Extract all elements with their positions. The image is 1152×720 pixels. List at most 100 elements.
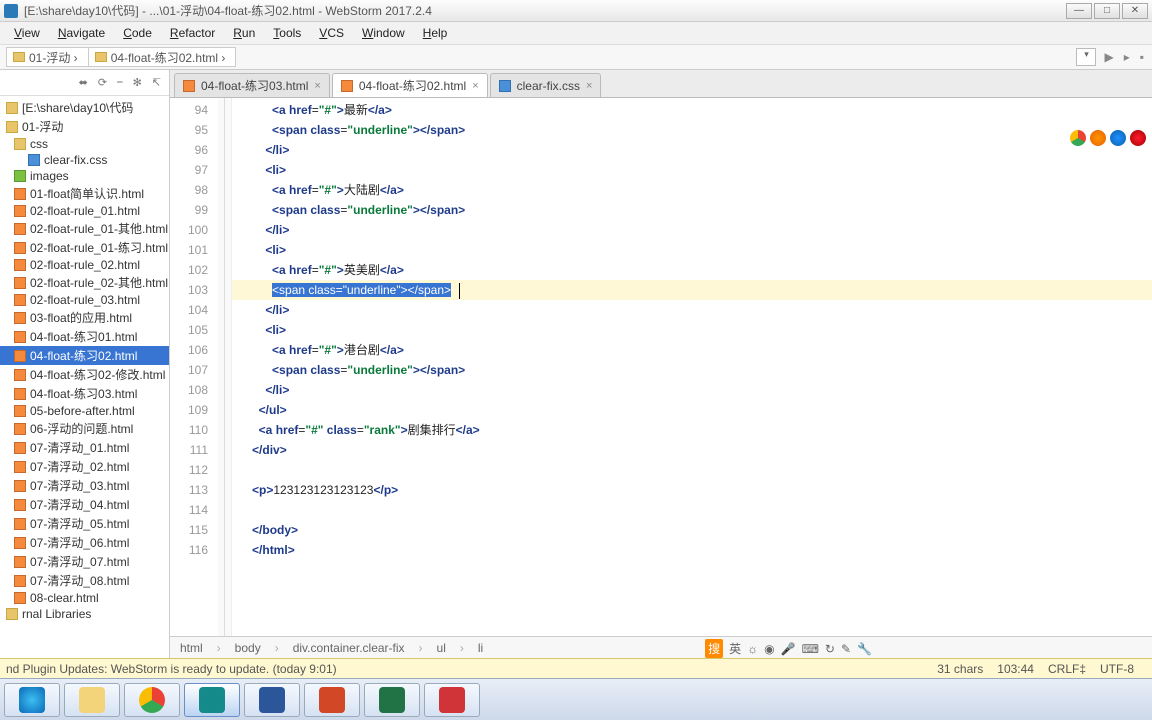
code-line[interactable]: <span class="underline"></span> <box>232 120 1152 140</box>
code-line[interactable] <box>232 500 1152 520</box>
tree-item[interactable]: 02-float-rule_03.html <box>0 292 169 308</box>
menu-refactor[interactable]: Refactor <box>162 24 223 42</box>
code-line[interactable]: <a href="#">港台剧</a> <box>232 340 1152 360</box>
menu-code[interactable]: Code <box>115 24 160 42</box>
code-line[interactable]: <span class="underline"></span> <box>232 200 1152 220</box>
tree-item[interactable]: 03-float的应用.html <box>0 308 169 327</box>
status-line-ending[interactable]: CRLF‡ <box>1048 662 1086 676</box>
tool-icon[interactable]: ⎯ <box>117 76 123 89</box>
safari-icon[interactable] <box>1110 130 1126 146</box>
taskbar-webstorm[interactable] <box>184 683 240 717</box>
tree-item[interactable]: clear-fix.css <box>0 152 169 168</box>
collapse-icon[interactable]: ↸ <box>152 76 161 89</box>
menu-navigate[interactable]: Navigate <box>50 24 113 42</box>
tray-icon[interactable]: 🎤 <box>781 642 796 656</box>
tree-item[interactable]: css <box>0 136 169 152</box>
code-line[interactable]: <a href="#">大陆剧</a> <box>232 180 1152 200</box>
code-line[interactable]: <li> <box>232 160 1152 180</box>
code-line[interactable]: </div> <box>232 440 1152 460</box>
code-line[interactable]: <a href="#" class="rank">剧集排行</a> <box>232 420 1152 440</box>
menu-run[interactable]: Run <box>225 24 263 42</box>
tree-item[interactable]: images <box>0 168 169 184</box>
code-line[interactable]: <span class="underline"></span> <box>232 280 1152 300</box>
stop-icon[interactable]: ▪ <box>1138 50 1146 64</box>
code-line[interactable]: </li> <box>232 220 1152 240</box>
close-icon[interactable]: × <box>314 80 320 92</box>
ime-lang[interactable]: 英 <box>729 640 741 657</box>
tree-item[interactable]: 04-float-练习03.html <box>0 384 169 403</box>
nav-dropdown[interactable]: ▾ <box>1076 48 1096 66</box>
tree-item[interactable]: 07-清浮动_06.html <box>0 533 169 552</box>
tree-item[interactable]: 02-float-rule_01-其他.html <box>0 219 169 238</box>
tree-item[interactable]: rnal Libraries <box>0 606 169 622</box>
code-line[interactable] <box>232 460 1152 480</box>
code-line[interactable]: <li> <box>232 320 1152 340</box>
taskbar-app[interactable] <box>424 683 480 717</box>
firefox-icon[interactable] <box>1090 130 1106 146</box>
menu-tools[interactable]: Tools <box>265 24 309 42</box>
tree-item[interactable]: 02-float-rule_01.html <box>0 203 169 219</box>
breadcrumb-item[interactable]: li <box>478 641 483 655</box>
code-line[interactable]: </ul> <box>232 400 1152 420</box>
tree-item[interactable]: 02-float-rule_02-其他.html <box>0 273 169 292</box>
tree-item[interactable]: 06-浮动的问题.html <box>0 419 169 438</box>
status-encoding[interactable]: UTF-8 <box>1100 662 1134 676</box>
code-line[interactable]: <a href="#">英美剧</a> <box>232 260 1152 280</box>
tray-icon[interactable]: ✎ <box>841 642 851 656</box>
code-line[interactable]: </body> <box>232 520 1152 540</box>
project-root[interactable]: [E:\share\day10\代码 <box>0 98 169 117</box>
tray-icon[interactable]: 🔧 <box>857 642 872 656</box>
tree-item[interactable]: 07-清浮动_05.html <box>0 514 169 533</box>
minimize-button[interactable]: — <box>1066 3 1092 19</box>
taskbar-excel[interactable] <box>364 683 420 717</box>
ime-icon[interactable]: 搜 <box>705 639 723 658</box>
taskbar-chrome[interactable] <box>124 683 180 717</box>
tree-item[interactable]: 08-clear.html <box>0 590 169 606</box>
breadcrumb-item[interactable]: html <box>180 641 203 655</box>
tree-item[interactable]: 07-清浮动_02.html <box>0 457 169 476</box>
tree-item[interactable]: 04-float-练习01.html <box>0 327 169 346</box>
menu-help[interactable]: Help <box>415 24 456 42</box>
breadcrumb-item[interactable]: div.container.clear-fix <box>293 641 405 655</box>
code-line[interactable]: </li> <box>232 380 1152 400</box>
code-content[interactable]: <a href="#">最新</a> <span class="underlin… <box>232 98 1152 636</box>
tree-item[interactable]: 07-清浮动_08.html <box>0 571 169 590</box>
code-line[interactable]: </li> <box>232 300 1152 320</box>
tree-item[interactable]: 07-清浮动_07.html <box>0 552 169 571</box>
code-line[interactable]: <a href="#">最新</a> <box>232 100 1152 120</box>
opera-icon[interactable] <box>1130 130 1146 146</box>
tray-icon[interactable]: ⌨ <box>802 642 819 656</box>
tree-item[interactable]: 01-float简单认识.html <box>0 184 169 203</box>
taskbar-word[interactable] <box>244 683 300 717</box>
code-line[interactable]: <li> <box>232 240 1152 260</box>
tree-item[interactable]: 02-float-rule_01-练习.html <box>0 238 169 257</box>
run-icon[interactable]: ▶ <box>1102 50 1115 64</box>
tray-icon[interactable]: ◉ <box>764 642 774 656</box>
taskbar-explorer[interactable] <box>64 683 120 717</box>
editor-tab[interactable]: clear-fix.css× <box>490 73 602 97</box>
menu-vcs[interactable]: VCS <box>311 24 352 42</box>
tree-item[interactable]: 01-浮动 <box>0 117 169 136</box>
tree-item[interactable]: 05-before-after.html <box>0 403 169 419</box>
tree-item[interactable]: 07-清浮动_04.html <box>0 495 169 514</box>
debug-icon[interactable]: ▸ <box>1122 50 1132 64</box>
nav-crumb[interactable]: 04-float-练习02.html › <box>88 47 237 67</box>
editor-tab[interactable]: 04-float-练习03.html× <box>174 73 330 97</box>
settings-icon[interactable]: ✻ <box>133 76 142 89</box>
code-editor[interactable]: 9495969798991001011021031041051061071081… <box>170 98 1152 636</box>
code-line[interactable]: </li> <box>232 140 1152 160</box>
close-icon[interactable]: × <box>472 80 478 92</box>
project-tree[interactable]: [E:\share\day10\代码 01-浮动cssclear-fix.css… <box>0 96 169 658</box>
tree-item[interactable]: 04-float-练习02.html <box>0 346 169 365</box>
taskbar-ie[interactable] <box>4 683 60 717</box>
maximize-button[interactable]: □ <box>1094 3 1120 19</box>
tree-item[interactable]: 02-float-rule_02.html <box>0 257 169 273</box>
taskbar-powerpoint[interactable] <box>304 683 360 717</box>
nav-crumb[interactable]: 01-浮动 › <box>6 47 89 67</box>
editor-tab[interactable]: 04-float-练习02.html× <box>332 73 488 97</box>
breadcrumb-item[interactable]: ul <box>437 641 446 655</box>
menu-window[interactable]: Window <box>354 24 413 42</box>
chrome-icon[interactable] <box>1070 130 1086 146</box>
code-line[interactable]: </html> <box>232 540 1152 560</box>
close-button[interactable]: ✕ <box>1122 3 1148 19</box>
